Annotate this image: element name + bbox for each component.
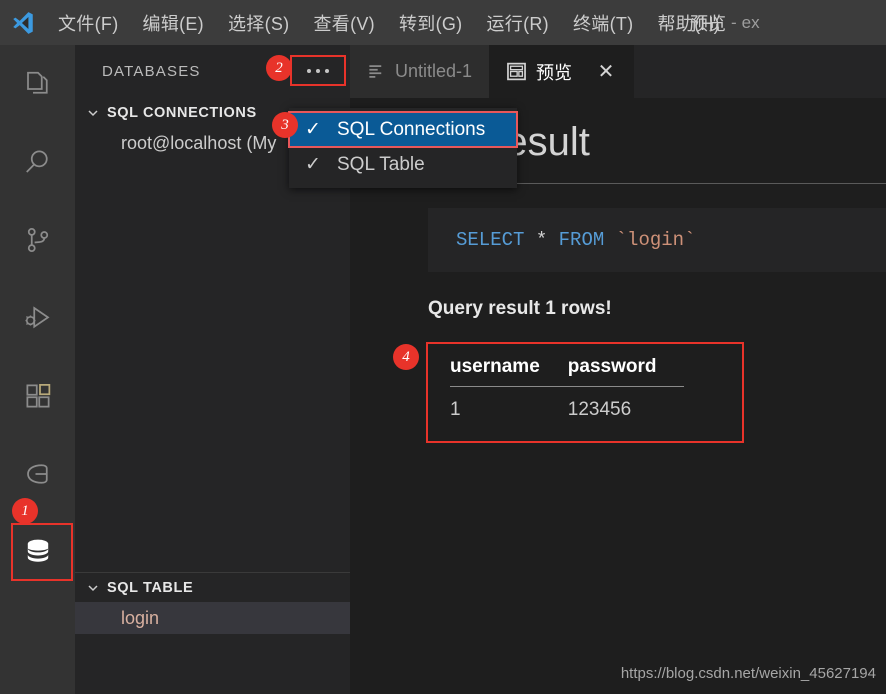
sidebar-item-source-control[interactable]	[0, 201, 75, 279]
tab-bar: Untitled-1 预览 ✕	[350, 45, 886, 98]
sql-keyword-select: SELECT	[456, 229, 525, 251]
sql-code-block: SELECT * FROM `login`	[428, 208, 886, 272]
menu-item-sql-table[interactable]: ✓ SQL Table	[289, 147, 517, 182]
tree-section-sql-table[interactable]: SQL TABLE	[75, 573, 350, 602]
search-icon	[25, 150, 48, 173]
annotation-badge-4: 4	[393, 344, 419, 370]
table-header-row: username password	[450, 352, 685, 387]
sidebar-title: DATABASES	[102, 63, 201, 80]
result-table-inner: username password 1 123456	[450, 352, 685, 426]
sidebar-item-database[interactable]	[0, 513, 75, 591]
window-title-separator: -	[731, 12, 737, 32]
menu-item-label: SQL Connections	[337, 118, 486, 140]
cell-username: 1	[450, 399, 461, 420]
menu-item-sql-connections[interactable]: ✓ SQL Connections	[288, 111, 518, 148]
check-icon: ✓	[305, 154, 321, 175]
annotation-badge-2: 2	[266, 55, 292, 81]
source-control-icon	[27, 227, 48, 253]
preview-layout-icon	[507, 62, 526, 81]
tab-label: Untitled-1	[395, 61, 473, 81]
menu-selection[interactable]: 选择(S)	[216, 7, 302, 39]
database-icon-highlight-box	[11, 523, 73, 581]
vscode-window: 文件(F) 编辑(E) 选择(S) 查看(V) 转到(G) 运行(R) 终端(T…	[0, 0, 886, 694]
files-icon	[26, 71, 48, 94]
tab-preview[interactable]: 预览 ✕	[489, 45, 635, 98]
ellipsis-icon-dot-1	[307, 68, 311, 73]
cell-password: 123456	[567, 399, 632, 420]
window-title: 预览 - ex	[690, 0, 886, 45]
close-icon[interactable]: ✕	[595, 61, 617, 83]
sidebar-item-extensions[interactable]	[0, 357, 75, 435]
menu-item-label: SQL Table	[337, 153, 425, 175]
extensions-icon	[26, 383, 50, 408]
menu-view[interactable]: 查看(V)	[301, 7, 387, 39]
menu-file[interactable]: 文件(F)	[46, 7, 130, 39]
column-header-username: username	[450, 352, 568, 387]
text-file-icon	[369, 65, 382, 78]
vscode-logo-icon	[0, 10, 46, 36]
sql-space	[604, 229, 615, 251]
list-item-table-login[interactable]: login	[75, 602, 350, 634]
sidebar-item-search[interactable]	[0, 123, 75, 201]
menu-edit[interactable]: 编辑(E)	[130, 7, 216, 39]
annotation-badge-1: 1	[12, 498, 38, 524]
remote-explorer-icon	[26, 464, 48, 484]
run-debug-icon	[25, 306, 50, 329]
tree-section-sql-table-container: SQL TABLE login	[75, 572, 350, 634]
tab-bar-empty-space	[634, 45, 886, 98]
tree-section-label: SQL CONNECTIONS	[107, 104, 257, 121]
chevron-down-icon	[88, 584, 98, 591]
watermark-url: https://blog.csdn.net/weixin_45627194	[620, 665, 876, 682]
sql-star: *	[524, 229, 559, 251]
menu-go[interactable]: 转到(G)	[387, 7, 475, 39]
title-bar: 文件(F) 编辑(E) 选择(S) 查看(V) 转到(G) 运行(R) 终端(T…	[0, 0, 886, 45]
annotation-badge-3: 3	[272, 112, 298, 138]
activity-bar	[0, 45, 75, 694]
menu-bar-items: 文件(F) 编辑(E) 选择(S) 查看(V) 转到(G) 运行(R) 终端(T…	[46, 7, 732, 39]
chevron-down-icon	[88, 109, 98, 116]
result-summary: Query result 1 rows!	[428, 298, 612, 319]
more-actions-button[interactable]	[290, 55, 346, 86]
check-icon: ✓	[305, 119, 321, 140]
sidebar-header: DATABASES	[75, 45, 350, 98]
tab-untitled-1[interactable]: Untitled-1	[350, 45, 490, 98]
tab-label: 预览	[536, 62, 573, 83]
ellipsis-icon-dot-3	[325, 68, 329, 73]
column-header-password: password	[567, 352, 685, 387]
table-row: 1 123456	[450, 387, 684, 426]
window-title-main: 预览	[690, 13, 726, 34]
sql-keyword-from: FROM	[558, 229, 605, 251]
window-title-sub: ex	[741, 12, 760, 32]
ellipsis-icon-dot-2	[316, 68, 320, 73]
result-table: username password 1 123456	[426, 342, 744, 443]
sidebar-item-run-and-debug[interactable]	[0, 279, 75, 357]
sql-identifier: `login`	[615, 229, 696, 251]
view-options-dropdown: ✓ SQL Connections ✓ SQL Table	[288, 108, 518, 188]
sidebar-item-remote-explorer[interactable]	[0, 435, 75, 513]
sql-code-line: SELECT * FROM `login`	[456, 229, 886, 251]
sidebar-item-explorer[interactable]	[0, 45, 75, 123]
menu-terminal[interactable]: 终端(T)	[561, 7, 645, 39]
tree-section-label: SQL TABLE	[107, 579, 194, 596]
menu-run[interactable]: 运行(R)	[474, 7, 561, 39]
